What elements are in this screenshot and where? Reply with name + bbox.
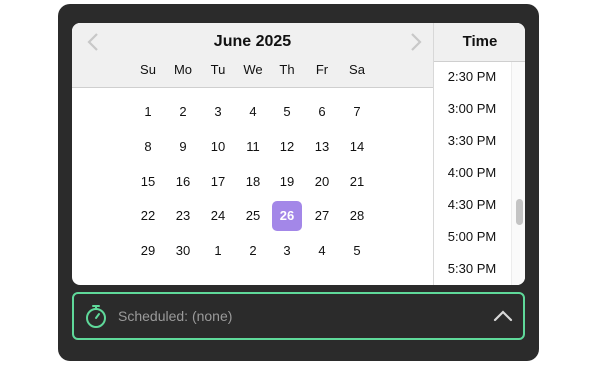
day-cell[interactable]: 5 xyxy=(342,236,372,266)
day-cell[interactable]: 27 xyxy=(307,201,337,231)
day-cell[interactable]: 2 xyxy=(168,97,198,127)
weekday-label: Sa xyxy=(349,62,365,77)
scheduled-bar[interactable]: Scheduled: (none) xyxy=(72,292,525,340)
date-time-picker: June 2025 Su Mo Tu We Th Fr Sa 1 2 3 4 5 6 7 8 9 10 11 12… xyxy=(72,23,525,285)
day-cell[interactable]: 30 xyxy=(168,236,198,266)
day-cell[interactable]: 5 xyxy=(272,97,302,127)
day-cell[interactable]: 25 xyxy=(238,201,268,231)
time-option[interactable]: 5:00 PM xyxy=(434,225,510,249)
day-cell[interactable]: 29 xyxy=(133,236,163,266)
day-cell[interactable]: 12 xyxy=(272,132,302,162)
time-scrollbar[interactable] xyxy=(511,62,525,285)
chevron-right-icon xyxy=(411,33,422,51)
stopwatch-icon xyxy=(86,305,106,328)
time-option[interactable]: 4:30 PM xyxy=(434,193,510,217)
day-cell[interactable]: 15 xyxy=(133,167,163,197)
day-cell[interactable]: 23 xyxy=(168,201,198,231)
day-cell[interactable]: 10 xyxy=(203,132,233,162)
calendar: June 2025 Su Mo Tu We Th Fr Sa 1 2 3 4 5 6 7 8 9 10 11 12… xyxy=(72,23,433,285)
calendar-header: June 2025 Su Mo Tu We Th Fr Sa xyxy=(72,23,433,88)
weekday-label: Mo xyxy=(173,62,193,77)
time-list[interactable]: 2:30 PM 3:00 PM 3:30 PM 4:00 PM 4:30 PM 5:00 … xyxy=(434,62,510,285)
chevron-up-icon[interactable] xyxy=(492,306,514,326)
day-cell[interactable]: 11 xyxy=(238,132,268,162)
day-cell[interactable]: 6 xyxy=(307,97,337,127)
day-cell[interactable]: 22 xyxy=(133,201,163,231)
weekday-label: We xyxy=(243,62,263,77)
time-option[interactable]: 4:00 PM xyxy=(434,161,510,185)
day-cell[interactable]: 9 xyxy=(168,132,198,162)
day-cell[interactable]: 19 xyxy=(272,167,302,197)
weekday-label: Th xyxy=(279,62,295,77)
day-cell[interactable]: 3 xyxy=(272,236,302,266)
day-cell[interactable]: 13 xyxy=(307,132,337,162)
day-cell[interactable]: 4 xyxy=(307,236,337,266)
day-cell[interactable]: 17 xyxy=(203,167,233,197)
day-cell[interactable]: 7 xyxy=(342,97,372,127)
next-month-button[interactable] xyxy=(405,31,427,53)
day-cell[interactable]: 3 xyxy=(203,97,233,127)
time-option[interactable]: 5:30 PM xyxy=(434,257,510,281)
day-cell[interactable]: 14 xyxy=(342,132,372,162)
time-option[interactable]: 3:30 PM xyxy=(434,129,510,153)
time-option[interactable]: 3:00 PM xyxy=(434,97,510,121)
day-cell-selected[interactable]: 26 xyxy=(272,201,302,231)
day-cell[interactable]: 24 xyxy=(203,201,233,231)
day-cell[interactable]: 20 xyxy=(307,167,337,197)
weekday-label: Su xyxy=(140,62,156,77)
weekday-label: Fr xyxy=(315,62,329,77)
day-cell[interactable]: 21 xyxy=(342,167,372,197)
scheduled-label: Scheduled: (none) xyxy=(118,308,233,324)
time-option[interactable]: 2:30 PM xyxy=(434,65,510,89)
day-cell[interactable]: 18 xyxy=(238,167,268,197)
day-cell[interactable]: 1 xyxy=(133,97,163,127)
time-header: Time xyxy=(434,23,525,62)
day-cell[interactable]: 4 xyxy=(238,97,268,127)
day-cell[interactable]: 2 xyxy=(238,236,268,266)
scrollbar-thumb[interactable] xyxy=(516,199,523,225)
day-cell[interactable]: 8 xyxy=(133,132,163,162)
month-title: June 2025 xyxy=(213,33,292,50)
weekday-label: Tu xyxy=(210,62,226,77)
day-cell[interactable]: 28 xyxy=(342,201,372,231)
time-column: Time 2:30 PM 3:00 PM 3:30 PM 4:00 PM 4:30 PM… xyxy=(433,23,525,285)
day-cell[interactable]: 16 xyxy=(168,167,198,197)
day-cell[interactable]: 1 xyxy=(203,236,233,266)
